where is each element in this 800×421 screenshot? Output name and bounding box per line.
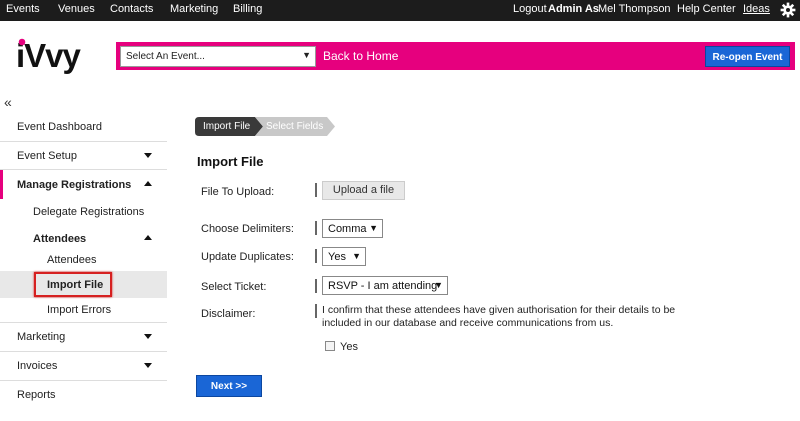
delimiters-select[interactable]: Comma ▼ xyxy=(322,219,383,238)
field-marker xyxy=(315,249,317,263)
field-marker xyxy=(315,183,317,197)
admin-as-label: Admin As xyxy=(548,3,599,15)
sidebar-item-manage-registrations[interactable]: Manage Registrations xyxy=(0,171,167,199)
logout-link[interactable]: Logout xyxy=(513,3,547,15)
nav-events[interactable]: Events xyxy=(6,3,40,15)
chevron-down-icon: ▼ xyxy=(434,280,443,290)
page-title: Import File xyxy=(197,154,264,169)
caret-down-icon xyxy=(144,334,152,339)
sidebar-item-attendees[interactable]: Attendees xyxy=(47,254,97,266)
caret-down-icon xyxy=(144,153,152,158)
next-button[interactable]: Next >> xyxy=(196,375,262,397)
help-center-link[interactable]: Help Center xyxy=(677,3,736,15)
sidebar-item-event-dashboard[interactable]: Event Dashboard xyxy=(0,113,167,141)
chevron-down-icon: ▼ xyxy=(369,223,378,233)
ivvy-logo[interactable]: iVvy xyxy=(16,36,100,76)
admin-user-name: Mel Thompson xyxy=(598,3,671,15)
collapse-sidebar-icon[interactable]: « xyxy=(4,94,12,110)
nav-venues[interactable]: Venues xyxy=(58,3,95,15)
delimiters-label: Choose Delimiters: xyxy=(201,223,294,235)
sidebar-item-label: Marketing xyxy=(17,331,66,343)
sidebar-item-label: Event Dashboard xyxy=(17,121,102,133)
caret-up-icon xyxy=(144,181,152,186)
upload-file-button[interactable]: Upload a file xyxy=(322,181,405,200)
delimiters-value: Comma xyxy=(328,223,367,235)
sidebar-divider xyxy=(0,169,167,170)
ideas-link[interactable]: Ideas xyxy=(743,3,770,15)
field-marker xyxy=(315,279,317,293)
chevron-down-icon: ▼ xyxy=(352,251,361,261)
disclaimer-checkbox-label[interactable]: Yes xyxy=(340,341,358,353)
sidebar-item-invoices[interactable]: Invoices xyxy=(0,352,167,380)
logo-dot-icon xyxy=(18,38,26,46)
disclaimer-label: Disclaimer: xyxy=(201,308,256,320)
reopen-event-button[interactable]: Re-open Event xyxy=(705,46,790,67)
select-event-dropdown[interactable]: Select An Event... ▼ xyxy=(120,46,316,67)
logo-text: iVvy xyxy=(16,37,82,74)
sidebar-item-delegate-registrations[interactable]: Delegate Registrations xyxy=(33,206,144,218)
nav-marketing[interactable]: Marketing xyxy=(170,3,218,15)
select-ticket-select[interactable]: RSVP - I am attending ▼ xyxy=(322,276,448,295)
chevron-down-icon: ▼ xyxy=(302,50,311,60)
sidebar-item-label: Invoices xyxy=(17,360,58,372)
highlight-annotation-box xyxy=(34,272,112,297)
update-duplicates-select[interactable]: Yes ▼ xyxy=(322,247,366,266)
gear-icon[interactable] xyxy=(780,2,796,18)
sidebar-item-label: Reports xyxy=(17,389,56,401)
sidebar-item-marketing[interactable]: Marketing xyxy=(0,323,167,351)
sidebar-item-reports[interactable]: Reports xyxy=(0,381,167,409)
sidebar-group-attendees[interactable]: Attendees xyxy=(0,225,167,253)
file-to-upload-label: File To Upload: xyxy=(201,186,275,198)
sidebar-item-label: Event Setup xyxy=(17,150,77,162)
disclaimer-checkbox[interactable] xyxy=(325,341,335,351)
caret-up-icon xyxy=(144,235,152,240)
disclaimer-text: I confirm that these attendees have give… xyxy=(322,304,676,329)
top-nav-bar: Events Venues Contacts Marketing Billing… xyxy=(0,0,800,21)
sidebar-item-import-errors[interactable]: Import Errors xyxy=(47,304,111,316)
select-event-text: Select An Event... xyxy=(126,51,205,62)
ticket-value: RSVP - I am attending xyxy=(328,280,438,292)
wizard-step-import-file: Import File xyxy=(203,121,251,132)
field-marker xyxy=(315,221,317,235)
sidebar-item-label: Manage Registrations xyxy=(17,179,132,191)
duplicates-label: Update Duplicates: xyxy=(201,251,294,263)
sidebar-item-label: Attendees xyxy=(33,233,87,245)
wizard-step-select-fields: Select Fields xyxy=(266,121,324,132)
duplicates-value: Yes xyxy=(328,251,346,263)
nav-billing[interactable]: Billing xyxy=(233,3,262,15)
back-to-home-link[interactable]: Back to Home xyxy=(323,49,398,63)
sidebar-item-event-setup[interactable]: Event Setup xyxy=(0,142,167,170)
ticket-label: Select Ticket: xyxy=(201,281,267,293)
nav-contacts[interactable]: Contacts xyxy=(110,3,153,15)
caret-down-icon xyxy=(144,363,152,368)
field-marker xyxy=(315,304,317,318)
